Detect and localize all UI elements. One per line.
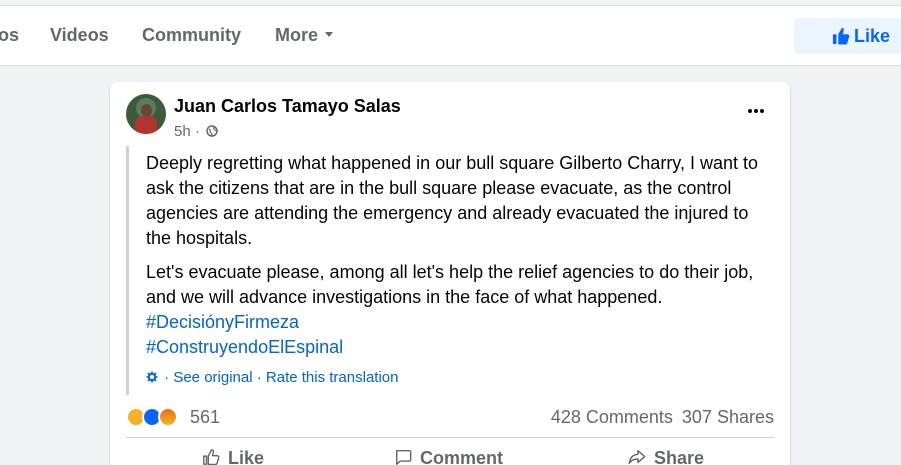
thumbs-up-icon: [203, 449, 220, 465]
avatar[interactable]: [126, 94, 166, 134]
thumbs-up-icon: [832, 27, 850, 45]
like-label: Like: [228, 448, 265, 465]
avatar-shirt: [135, 116, 157, 134]
engagement-counts: 428 Comments 307 Shares: [551, 407, 774, 428]
post-paragraph-2: Let's evacuate please, among all let's h…: [146, 262, 754, 307]
comment-button[interactable]: Comment: [394, 448, 503, 465]
tab-more-label: More: [275, 25, 319, 45]
tab-more[interactable]: More: [275, 6, 334, 66]
post-body: Deeply regretting what happened in our b…: [146, 151, 776, 360]
page-like-button[interactable]: Like: [794, 18, 901, 54]
shares-count[interactable]: 307 Shares: [682, 407, 774, 427]
page-tabs-nav: os Videos Community More Like: [0, 6, 901, 66]
comment-icon: [395, 450, 412, 465]
comment-label: Comment: [420, 448, 504, 465]
reaction-count[interactable]: 561: [190, 407, 220, 428]
comments-count[interactable]: 428 Comments: [551, 407, 673, 427]
gear-icon: [146, 371, 158, 383]
tab-videos[interactable]: Videos: [50, 6, 109, 66]
more-dots-icon[interactable]: [740, 99, 772, 123]
hashtag-construyendo[interactable]: #ConstruyendoElEspinal: [146, 335, 776, 360]
rate-translation-link[interactable]: Rate this translation: [266, 369, 399, 386]
page-like-label: Like: [854, 26, 891, 46]
like-button[interactable]: Like: [202, 448, 264, 465]
dot: [748, 109, 752, 113]
caret-down-icon: [325, 31, 334, 37]
avatar-head: [141, 104, 152, 117]
post-paragraph-1: Deeply regretting what happened in our b…: [146, 153, 759, 248]
dot: [754, 109, 758, 113]
globe-icon: [206, 125, 218, 137]
tab-community[interactable]: Community: [142, 6, 241, 66]
dot: [760, 109, 764, 113]
post-meta: 5h ·: [174, 123, 218, 140]
translation-bar: · See original · Rate this translation: [146, 369, 398, 386]
post-author[interactable]: Juan Carlos Tamayo Salas: [174, 96, 401, 117]
actions-divider: [126, 437, 774, 438]
translation-separator: ·: [252, 369, 266, 386]
see-original-link[interactable]: · See original: [164, 369, 252, 386]
quote-bar: [126, 146, 129, 395]
share-button[interactable]: Share: [628, 448, 704, 465]
post-card: Juan Carlos Tamayo Salas 5h · Deeply reg…: [110, 82, 790, 465]
share-icon: [628, 450, 646, 465]
angry-reaction-icon: [158, 407, 178, 427]
hashtag-decision[interactable]: #DecisiónyFirmeza: [146, 310, 776, 335]
tab-photos[interactable]: os: [0, 6, 19, 66]
share-label: Share: [654, 448, 705, 465]
post-time[interactable]: 5h ·: [174, 123, 200, 140]
